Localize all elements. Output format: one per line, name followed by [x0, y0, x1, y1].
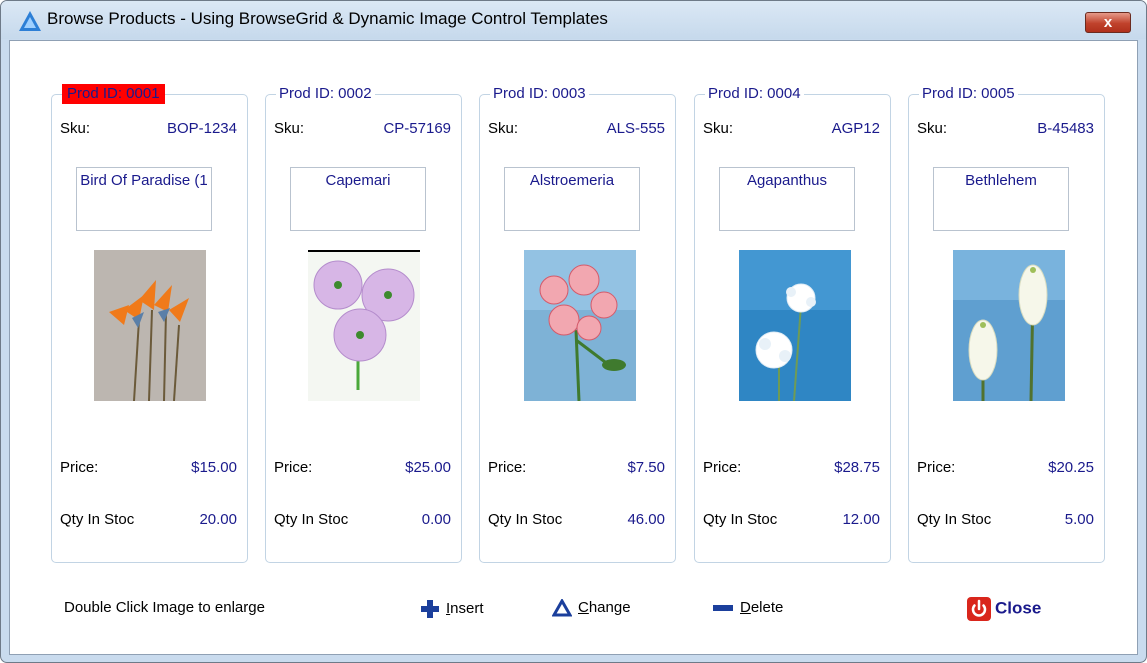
price-label: Price: [703, 459, 742, 476]
window-title: Browse Products - Using BrowseGrid & Dyn… [47, 9, 608, 28]
sku-value: B-45483 [1037, 120, 1094, 137]
price-value: $15.00 [191, 459, 237, 476]
sku-value: AGP12 [831, 120, 880, 137]
close-label: Close [995, 598, 1042, 618]
qty-value: 5.00 [1064, 511, 1094, 528]
qty-value: 0.00 [421, 511, 451, 528]
qty-label: Qty In Stoc [703, 511, 778, 528]
delete-label: elete [750, 599, 784, 616]
sku-label: Sku: [917, 120, 948, 137]
price-label: Price: [917, 459, 956, 476]
sku-value: CP-57169 [383, 120, 451, 137]
sku-label: Sku: [274, 120, 305, 137]
product-name-field[interactable]: Alstroemeria [504, 167, 640, 231]
delete-accel: D [740, 599, 751, 616]
plus-icon [421, 600, 439, 618]
product-name-field[interactable]: Capemari [290, 167, 426, 231]
product-name-field[interactable]: Bird Of Paradise (1 [76, 167, 212, 231]
product-card[interactable]: Prod ID: 0002 Sku: CP-57169 Capemari Pric… [265, 84, 462, 563]
insert-label: nsert [450, 599, 484, 617]
sku-value: BOP-1234 [166, 120, 237, 137]
product-name-field[interactable]: Agapanthus [719, 167, 855, 231]
alstroemeria-flower-image[interactable] [524, 250, 636, 401]
change-accel: C [578, 599, 589, 616]
prod-id-label: Prod ID: 0004 [705, 84, 804, 104]
qty-label: Qty In Stoc [274, 511, 349, 528]
footer-toolbar: Double Click Image to enlarge Insert Cha… [10, 591, 1137, 641]
capemari-flower-image[interactable] [308, 250, 420, 401]
browse-products-window: Browse Products - Using BrowseGrid & Dyn… [0, 0, 1147, 663]
prod-id-label: Prod ID: 0003 [490, 84, 589, 104]
prod-id-label: Prod ID: 0002 [276, 84, 375, 104]
product-name-field[interactable]: Bethlehem [933, 167, 1069, 231]
sku-value: ALS-555 [606, 120, 665, 137]
qty-value: 12.00 [842, 511, 880, 528]
delete-button[interactable]: Delete [712, 599, 783, 616]
qty-label: Qty In Stoc [917, 511, 992, 528]
price-value: $20.25 [1048, 459, 1094, 476]
bird-of-paradise-flower-image[interactable] [94, 250, 206, 401]
sku-label: Sku: [60, 120, 91, 137]
price-value: $25.00 [405, 459, 451, 476]
app-logo-icon [19, 11, 41, 31]
price-value: $7.50 [627, 459, 665, 476]
qty-label: Qty In Stoc [60, 511, 135, 528]
product-card[interactable]: Prod ID: 0001 Sku: BOP-1234 Bird Of Parad… [51, 84, 248, 563]
qty-value: 20.00 [199, 511, 237, 528]
sku-label: Sku: [703, 120, 734, 137]
power-icon [967, 597, 991, 621]
change-label: hange [588, 599, 631, 616]
product-card[interactable]: Prod ID: 0004 Sku: AGP12 Agapanthus Price… [694, 84, 891, 563]
product-card[interactable]: Prod ID: 0003 Sku: ALS-555 Alstroemeria P… [479, 84, 676, 563]
insert-button[interactable]: Insert [420, 599, 484, 619]
qty-value: 46.00 [627, 511, 665, 528]
product-card[interactable]: Prod ID: 0005 Sku: B-45483 Bethlehem Pric… [908, 84, 1105, 563]
product-browse-grid: Prod ID: 0001 Sku: BOP-1234 Bird Of Parad… [10, 41, 1137, 571]
qty-label: Qty In Stoc [488, 511, 563, 528]
prod-id-label: Prod ID: 0005 [919, 84, 1018, 104]
minus-icon [713, 605, 733, 612]
sku-label: Sku: [488, 120, 519, 137]
title-bar: Browse Products - Using BrowseGrid & Dyn… [1, 1, 1146, 39]
price-label: Price: [274, 459, 313, 476]
price-value: $28.75 [834, 459, 880, 476]
prod-id-label: Prod ID: 0001 [62, 84, 165, 104]
change-button[interactable]: Change [552, 599, 631, 617]
agapanthus-flower-image[interactable] [739, 250, 851, 401]
client-area: Prod ID: 0001 Sku: BOP-1234 Bird Of Parad… [9, 40, 1138, 655]
price-label: Price: [488, 459, 527, 476]
window-close-button[interactable]: x [1085, 12, 1131, 33]
triangle-icon [552, 599, 572, 617]
bethlehem-flower-image[interactable] [953, 250, 1065, 401]
price-label: Price: [60, 459, 99, 476]
enlarge-hint-text: Double Click Image to enlarge [64, 599, 265, 616]
close-button[interactable]: Close [967, 597, 1041, 621]
